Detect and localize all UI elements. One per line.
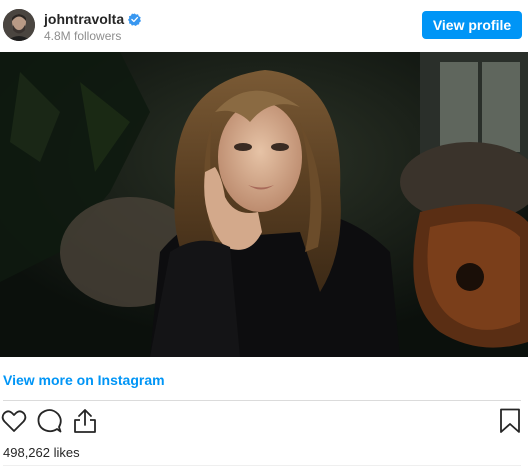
share-button[interactable] bbox=[71, 408, 99, 439]
post-photo[interactable] bbox=[0, 52, 528, 357]
divider bbox=[3, 400, 521, 401]
view-more-link[interactable]: View more on Instagram bbox=[3, 372, 165, 388]
likes-count[interactable]: 498,262 likes bbox=[3, 445, 80, 460]
bottom-divider bbox=[3, 465, 521, 466]
bookmark-outline-icon bbox=[499, 408, 521, 439]
verified-badge-icon bbox=[128, 12, 142, 26]
like-button[interactable] bbox=[0, 409, 28, 437]
save-button[interactable] bbox=[496, 408, 524, 439]
comment-button[interactable] bbox=[36, 408, 64, 439]
post-header: johntravolta 4.8M followers View profile bbox=[0, 0, 528, 52]
comment-bubble-icon bbox=[37, 408, 63, 439]
followers-count: 4.8M followers bbox=[44, 29, 122, 43]
share-icon bbox=[72, 408, 98, 439]
view-profile-button[interactable]: View profile bbox=[422, 11, 522, 39]
avatar[interactable] bbox=[3, 9, 35, 41]
heart-outline-icon bbox=[1, 409, 27, 438]
username[interactable]: johntravolta bbox=[44, 11, 124, 27]
